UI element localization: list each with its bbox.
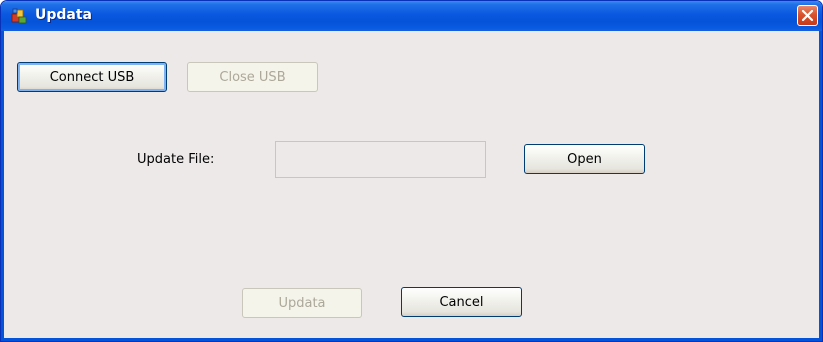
window-title: Updata: [35, 7, 92, 23]
updata-window: Updata Connect USB Close USB Update File…: [0, 0, 823, 342]
window-frame-right: [819, 31, 822, 341]
title-bar[interactable]: Updata: [1, 1, 822, 31]
window-frame-bottom: [1, 338, 822, 341]
open-button[interactable]: Open: [524, 144, 645, 174]
connect-usb-button[interactable]: Connect USB: [17, 62, 167, 92]
updata-button[interactable]: Updata: [242, 288, 362, 318]
close-button[interactable]: [797, 5, 818, 26]
update-file-label: Update File:: [137, 152, 215, 167]
app-icon: [10, 7, 28, 25]
update-file-field[interactable]: [275, 141, 486, 178]
close-usb-button[interactable]: Close USB: [187, 62, 318, 92]
dialog-client-area: Connect USB Close USB Update File: Open …: [4, 31, 819, 338]
cancel-button[interactable]: Cancel: [401, 287, 522, 317]
close-icon: [801, 9, 814, 22]
